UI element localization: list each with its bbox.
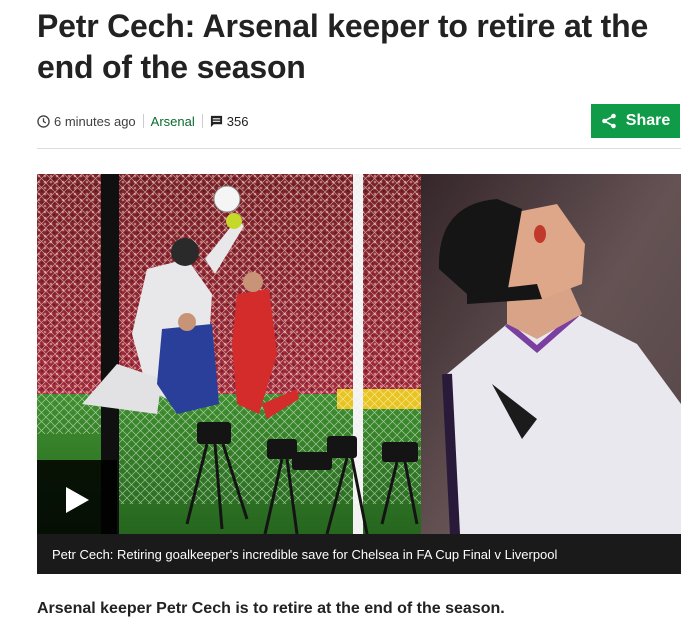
article-meta: 6 minutes ago Arsenal 356 — [37, 111, 248, 131]
share-label: Share — [625, 112, 671, 129]
meta-divider — [201, 114, 203, 128]
video-still-image — [37, 174, 681, 574]
article-summary: Arsenal keeper Petr Cech is to retire at… — [37, 600, 505, 617]
comment-count[interactable]: 356 — [227, 114, 249, 129]
topic-link-arsenal[interactable]: Arsenal — [151, 114, 195, 129]
play-icon — [66, 487, 89, 513]
meta-divider — [142, 114, 144, 128]
article-headline: Petr Cech: Arsenal keeper to retire at t… — [37, 8, 649, 85]
video-caption: Petr Cech: Retiring goalkeeper's incredi… — [52, 546, 558, 562]
video-caption-bar: Petr Cech: Retiring goalkeeper's incredi… — [37, 534, 681, 574]
clock-icon — [37, 114, 50, 128]
share-icon — [601, 113, 616, 129]
header-divider — [37, 148, 681, 149]
play-button[interactable] — [37, 460, 117, 540]
article-page: Petr Cech: Arsenal keeper to retire at t… — [0, 0, 698, 627]
timestamp: 6 minutes ago — [54, 113, 136, 129]
share-button[interactable]: Share — [591, 104, 680, 138]
video-player[interactable] — [37, 174, 681, 574]
comments-icon[interactable] — [210, 115, 223, 128]
